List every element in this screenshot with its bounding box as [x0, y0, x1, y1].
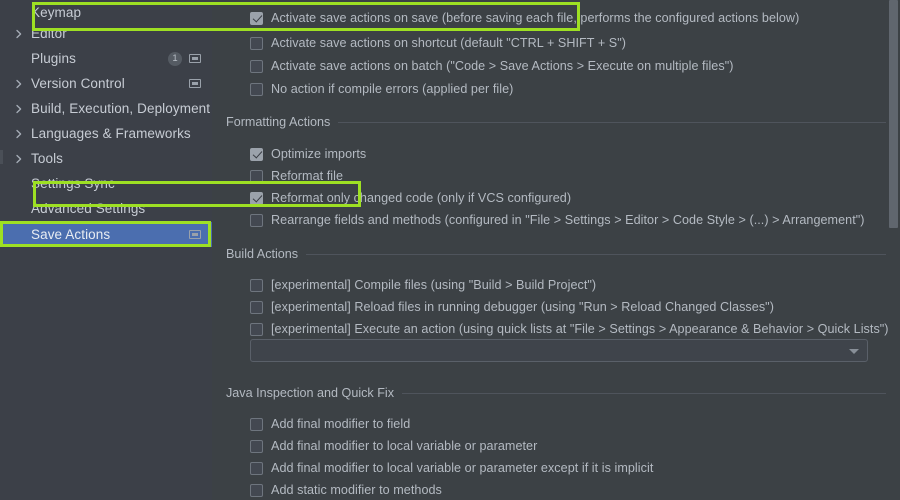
section-divider: [402, 392, 886, 394]
checkbox-label: Rearrange fields and methods (configured…: [271, 213, 865, 227]
content-scrollbar-thumb[interactable]: [889, 0, 898, 228]
checkbox-label: Add final modifier to local variable or …: [271, 439, 538, 453]
sidebar-item-label: Plugins: [31, 51, 76, 66]
detach-window-icon[interactable]: [189, 79, 201, 88]
sidebar-item-tools[interactable]: Tools: [0, 146, 212, 171]
section-title: Formatting Actions: [226, 115, 331, 129]
sidebar-item-languages-frameworks[interactable]: Languages & Frameworks: [0, 121, 212, 146]
checkbox-checked[interactable]: [250, 11, 263, 25]
checkbox-label: Add final modifier to local variable or …: [271, 461, 654, 475]
sidebar-item-label: Editor: [31, 26, 67, 41]
detach-window-icon[interactable]: [189, 54, 201, 63]
sidebar-item-label: Keymap: [31, 5, 82, 20]
chevron-right-icon[interactable]: [14, 79, 24, 89]
checkbox-unchecked[interactable]: [250, 169, 263, 183]
checkbox-label: Add static modifier to methods: [271, 483, 442, 497]
checkbox-label: [experimental] Reload files in running d…: [271, 300, 774, 314]
checkbox-checked[interactable]: [250, 191, 263, 205]
sidebar-item-version-control[interactable]: Version Control: [0, 71, 212, 96]
checkbox-label: Activate save actions on save (before sa…: [271, 11, 800, 25]
checkbox-label: [experimental] Compile files (using "Bui…: [271, 278, 597, 292]
checkbox-unchecked[interactable]: [250, 82, 263, 96]
settings-window: Keymap Editor Plugins 1 Version Control Build…: [0, 0, 900, 500]
checkbox-label: Reformat only changed code (only if VCS …: [271, 191, 572, 205]
settings-sidebar: Keymap Editor Plugins 1 Version Control Build…: [0, 0, 212, 500]
sidebar-item-label: Build, Execution, Deployment: [31, 101, 211, 116]
checkbox-label: Add final modifier to field: [271, 417, 411, 431]
chevron-down-icon: [849, 349, 859, 354]
checkbox-label: No action if compile errors (applied per…: [271, 82, 514, 96]
settings-content-panel: Activate save actions on save (before sa…: [212, 0, 900, 500]
section-java-inspection: Java Inspection and Quick Fix: [226, 385, 886, 401]
sidebar-item-save-actions[interactable]: Save Actions: [0, 222, 212, 247]
content-scrollbar-track[interactable]: [888, 0, 900, 500]
checkbox-unchecked[interactable]: [250, 322, 263, 336]
checkbox-unchecked[interactable]: [250, 59, 263, 73]
section-divider: [306, 253, 886, 255]
section-divider: [338, 121, 886, 123]
sidebar-item-label: Save Actions: [31, 227, 111, 242]
section-title: Build Actions: [226, 247, 299, 261]
plugin-update-badge: 1: [168, 52, 182, 66]
sidebar-item-advanced-settings[interactable]: Advanced Settings: [0, 196, 212, 221]
sidebar-item-label: Settings Sync: [31, 176, 115, 191]
sidebar-item-plugins[interactable]: Plugins 1: [0, 46, 212, 71]
section-build-actions: Build Actions: [226, 246, 886, 262]
checkbox-unchecked[interactable]: [250, 36, 263, 50]
section-formatting-actions: Formatting Actions: [226, 114, 886, 130]
checkbox-label: Reformat file: [271, 169, 344, 183]
checkbox-unchecked[interactable]: [250, 417, 263, 431]
checkbox-label: Activate save actions on batch ("Code > …: [271, 59, 734, 73]
sidebar-item-settings-sync[interactable]: Settings Sync: [0, 171, 212, 196]
checkbox-label: Activate save actions on shortcut (defau…: [271, 36, 627, 50]
sidebar-item-label: Tools: [31, 151, 64, 166]
checkbox-unchecked[interactable]: [250, 213, 263, 227]
checkbox-unchecked[interactable]: [250, 278, 263, 292]
sidebar-item-label: Version Control: [31, 76, 125, 91]
checkbox-checked[interactable]: [250, 147, 263, 161]
sidebar-item-label: Languages & Frameworks: [31, 126, 191, 141]
chevron-right-icon[interactable]: [14, 129, 24, 139]
sidebar-item-build-execution-deployment[interactable]: Build, Execution, Deployment: [0, 96, 212, 121]
sidebar-item-editor[interactable]: Editor: [0, 21, 212, 46]
chevron-right-icon[interactable]: [14, 29, 24, 39]
checkbox-label: [experimental] Execute an action (using …: [271, 322, 889, 336]
checkbox-unchecked[interactable]: [250, 300, 263, 314]
detach-window-icon[interactable]: [189, 230, 201, 239]
checkbox-unchecked[interactable]: [250, 483, 263, 497]
quick-list-action-combobox[interactable]: [250, 339, 868, 362]
sidebar-item-label: Advanced Settings: [31, 201, 146, 216]
section-title: Java Inspection and Quick Fix: [226, 386, 394, 400]
checkbox-label: Optimize imports: [271, 147, 367, 161]
checkbox-unchecked[interactable]: [250, 439, 263, 453]
chevron-right-icon[interactable]: [14, 104, 24, 114]
checkbox-unchecked[interactable]: [250, 461, 263, 475]
chevron-right-icon[interactable]: [14, 154, 24, 164]
